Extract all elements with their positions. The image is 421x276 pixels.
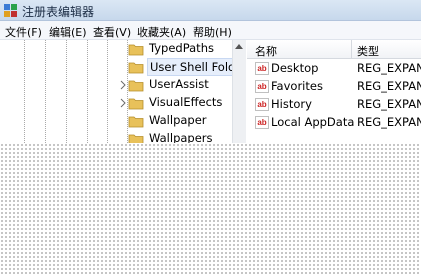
column-header-name[interactable]: 名称	[255, 43, 277, 59]
list-header: 名称 类型	[247, 40, 421, 59]
tree-item-label: Wallpapers	[149, 131, 213, 143]
value-name: Local AppData	[271, 115, 355, 129]
menu-help[interactable]: 帮助(H)	[193, 24, 232, 40]
menu-file[interactable]: 文件(F)	[5, 24, 42, 40]
list-row[interactable]: ab Desktop REG_EXPAND_SZ	[247, 60, 421, 78]
menu-edit[interactable]: 编辑(E)	[49, 24, 87, 40]
tree-item-wallpaper[interactable]: Wallpaper	[119, 112, 235, 130]
window-title: 注册表编辑器	[22, 5, 95, 19]
tree-item-label: Wallpaper	[149, 113, 207, 127]
folder-icon	[128, 116, 144, 128]
registry-editor-icon	[4, 4, 17, 17]
tree-item-userassist[interactable]: UserAssist	[119, 76, 235, 94]
folder-icon	[128, 98, 144, 110]
value-name: Favorites	[271, 79, 323, 93]
title-bar: 注册表编辑器	[0, 0, 421, 21]
folder-icon	[128, 44, 144, 56]
list-row[interactable]: ab Local AppData REG_EXPAND_SZ	[247, 114, 421, 132]
string-value-icon: ab	[255, 116, 269, 129]
tree-item-label: VisualEffects	[149, 95, 223, 109]
value-type: REG_EXPAND_SZ	[357, 79, 421, 93]
chevron-right-icon[interactable]	[119, 80, 127, 90]
column-divider[interactable]	[351, 40, 352, 59]
column-header-type[interactable]: 类型	[357, 43, 379, 59]
folder-icon	[128, 134, 144, 143]
tree-item-user-shell-folders[interactable]: User Shell Folders	[119, 58, 235, 76]
value-type: REG_EXPAND_SZ	[357, 115, 421, 129]
value-name: History	[271, 97, 312, 111]
values-list[interactable]: 名称 类型 ab Desktop REG_EXPAND_SZ ab Favori…	[247, 40, 421, 143]
tree-item-label: User Shell Folders	[147, 58, 235, 76]
folder-icon	[128, 80, 144, 92]
menu-view[interactable]: 查看(V)	[93, 24, 131, 40]
string-value-icon: ab	[255, 98, 269, 111]
tree-scrollbar[interactable]	[232, 40, 246, 143]
tree-guide-line	[24, 40, 25, 143]
value-type: REG_EXPAND_SZ	[357, 97, 421, 111]
scroll-up-icon[interactable]	[235, 44, 243, 49]
tree-item-wallpapers[interactable]: Wallpapers	[119, 130, 235, 143]
tree-item-visualeffects[interactable]: VisualEffects	[119, 94, 235, 112]
string-value-icon: ab	[255, 62, 269, 75]
tree-item-typedpaths[interactable]: TypedPaths	[119, 40, 235, 58]
chevron-right-icon[interactable]	[119, 98, 127, 108]
tree-item-label: TypedPaths	[149, 41, 214, 55]
dotted-background	[0, 143, 421, 276]
tree-guide-line	[66, 40, 67, 143]
list-row[interactable]: ab Favorites REG_EXPAND_SZ	[247, 78, 421, 96]
tree-guide-line	[45, 40, 46, 143]
registry-tree[interactable]: TypedPaths User Shell Folders UserAssist…	[0, 40, 246, 143]
value-name: Desktop	[271, 61, 319, 75]
string-value-icon: ab	[255, 80, 269, 93]
menu-favorites[interactable]: 收藏夹(A)	[137, 24, 186, 40]
tree-guide-line	[107, 40, 108, 143]
menu-bar: 文件(F) 编辑(E) 查看(V) 收藏夹(A) 帮助(H)	[0, 21, 421, 40]
tree-guide-line	[87, 40, 88, 143]
folder-icon	[128, 62, 144, 74]
value-type: REG_EXPAND_SZ	[357, 61, 421, 75]
list-row[interactable]: ab History REG_EXPAND_SZ	[247, 96, 421, 114]
tree-item-label: UserAssist	[149, 77, 209, 91]
